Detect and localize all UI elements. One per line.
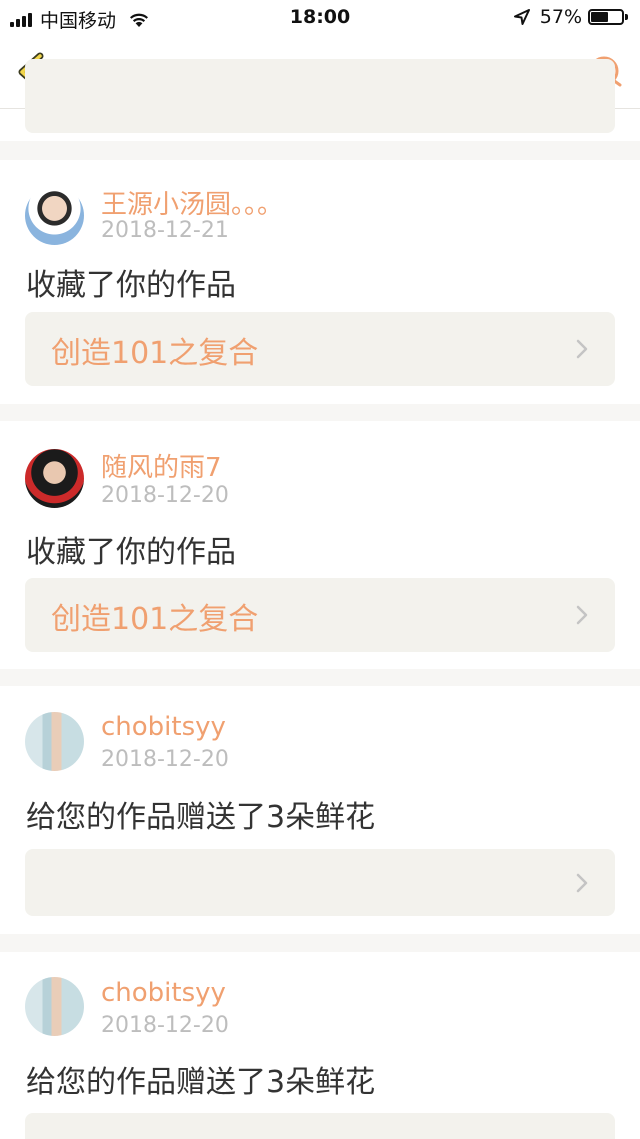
message-card: chobitsyy 2018-12-20 给您的作品赠送了3朵鲜花 (0, 952, 640, 1139)
work-link[interactable]: 创造101之复合 (25, 312, 615, 386)
username[interactable]: chobitsyy (101, 978, 226, 1008)
battery-percent: 57% (539, 6, 582, 28)
chevron-right-icon (576, 873, 588, 893)
screen: 中国移动 18:00 57% 消息 (0, 0, 640, 1139)
battery-icon (588, 8, 630, 26)
avatar[interactable] (25, 712, 84, 771)
work-link[interactable] (25, 1113, 615, 1139)
chevron-right-icon (576, 339, 588, 359)
message-action: 给您的作品赠送了3朵鲜花 (26, 1065, 376, 1100)
message-card: 随风的雨7 2018-12-20 收藏了你的作品 创造101之复合 (0, 421, 640, 669)
status-bar: 中国移动 18:00 57% (0, 0, 640, 36)
work-link[interactable]: 创造101之复合 (25, 578, 615, 652)
message-action: 收藏了你的作品 (26, 268, 236, 303)
chevron-right-icon (576, 605, 588, 625)
message-action: 给您的作品赠送了3朵鲜花 (26, 800, 376, 835)
message-date: 2018-12-20 (101, 483, 229, 508)
message-date: 2018-12-20 (101, 747, 229, 772)
message-action: 收藏了你的作品 (26, 535, 236, 570)
username[interactable]: 随风的雨7 (101, 447, 222, 484)
avatar[interactable] (25, 449, 84, 508)
work-link[interactable] (25, 59, 615, 133)
previous-message-card (0, 59, 640, 141)
work-link[interactable] (25, 849, 615, 916)
message-card: 王源小汤圆。。。 2018-12-21 收藏了你的作品 创造101之复合 (0, 160, 640, 404)
message-date: 2018-12-20 (101, 1013, 229, 1038)
work-title: 创造101之复合 (51, 602, 259, 637)
message-card: chobitsyy 2018-12-20 给您的作品赠送了3朵鲜花 (0, 686, 640, 934)
location-arrow-icon (513, 9, 530, 25)
avatar[interactable] (25, 186, 84, 245)
username[interactable]: 王源小汤圆。。。 (101, 184, 283, 221)
message-date: 2018-12-21 (101, 218, 229, 243)
avatar[interactable] (25, 977, 84, 1036)
work-title: 创造101之复合 (51, 336, 259, 371)
status-right: 57% (513, 6, 630, 28)
username[interactable]: chobitsyy (101, 712, 226, 742)
